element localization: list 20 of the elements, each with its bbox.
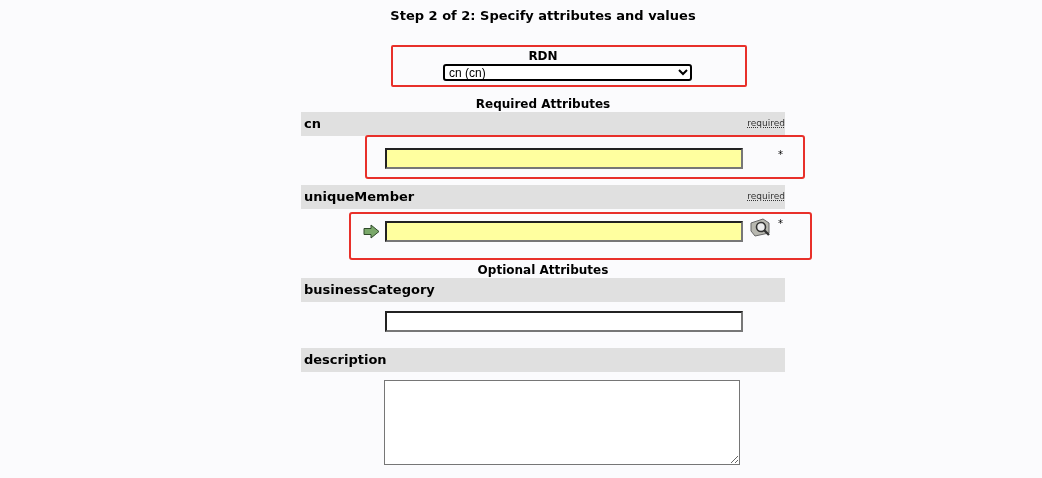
search-icon[interactable] bbox=[749, 217, 772, 237]
chevron-icon bbox=[678, 69, 688, 76]
required-label: required bbox=[747, 117, 785, 131]
required-marker: * bbox=[778, 219, 783, 229]
arrow-icon[interactable] bbox=[363, 224, 380, 239]
attribute-name: uniqueMember bbox=[304, 188, 415, 207]
section-heading: Required Attributes bbox=[475, 97, 611, 111]
text-area[interactable] bbox=[384, 380, 740, 465]
attribute-name: cn bbox=[304, 115, 321, 134]
section-heading: Optional Attributes bbox=[477, 263, 609, 277]
required-label: required bbox=[747, 190, 785, 204]
attribute-name: description bbox=[304, 351, 387, 370]
required-marker: * bbox=[778, 150, 783, 160]
rdn-select[interactable]: cn (cn) bbox=[443, 64, 692, 81]
input-field[interactable] bbox=[385, 148, 743, 169]
input-field[interactable] bbox=[385, 221, 743, 242]
rdn-label: RDN bbox=[528, 49, 558, 63]
page-title: Step 2 of 2: Specify attributes and values bbox=[389, 8, 697, 25]
input-field[interactable] bbox=[385, 311, 743, 332]
attribute-name: businessCategory bbox=[304, 281, 435, 300]
